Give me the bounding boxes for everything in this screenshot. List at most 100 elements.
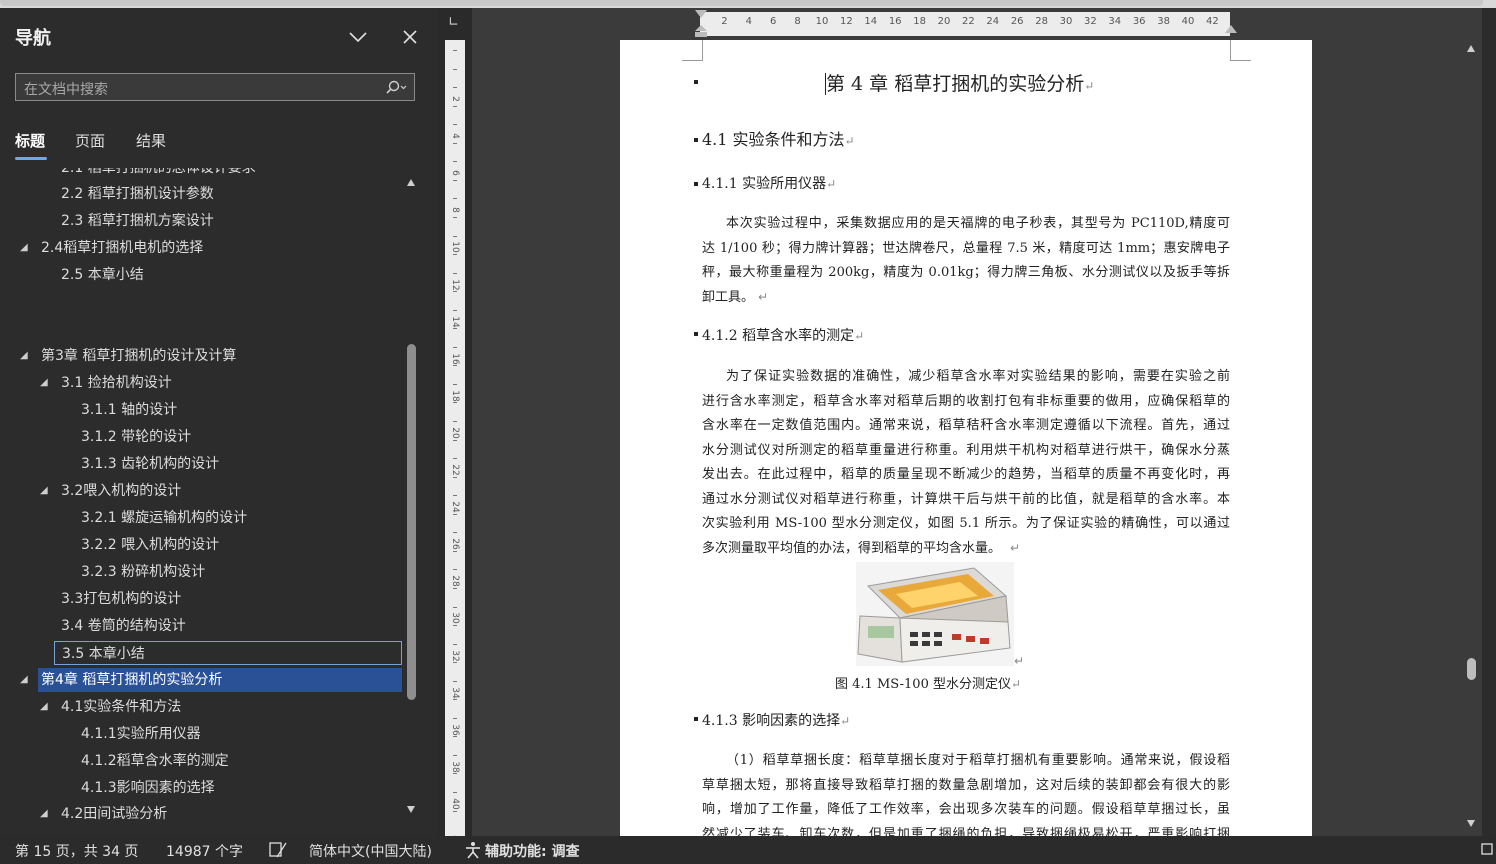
page-count[interactable]: 第 15 页，共 34 页	[15, 841, 138, 861]
figure-caption-text: 图 4.1 MS-100 型水分测定仪	[835, 677, 1011, 692]
nav-heading-item[interactable]: 3.4 卷筒的结构设计	[0, 614, 404, 638]
moisture-meter-image[interactable]	[856, 562, 1014, 666]
section-heading-4-1[interactable]: 4.1 实验条件和方法↵	[702, 126, 855, 150]
word-count[interactable]: 14987 个字	[166, 841, 243, 861]
nav-heading-item[interactable]: 3.1.1 轴的设计	[0, 398, 404, 422]
nav-options-button[interactable]	[347, 26, 369, 48]
ruler-label: 22	[962, 16, 975, 27]
nav-heading-label: 3.3打包机构的设计	[61, 591, 182, 607]
expand-arrow-icon[interactable]: ◢	[20, 236, 32, 260]
expand-arrow-icon[interactable]: ◢	[20, 668, 32, 692]
nav-heading-item[interactable]: 3.2.2 喂入机构的设计	[0, 533, 404, 557]
ruler-tick	[453, 346, 457, 348]
margin-corner-left	[682, 40, 703, 61]
chapter-title[interactable]: 第 4 章 稻草打捆机的实验分析↵	[825, 69, 1094, 96]
ruler-tick	[453, 124, 457, 126]
tab-results[interactable]: 结果	[136, 130, 166, 151]
paragraph-mark: ↵	[840, 714, 851, 728]
body-text-line: 卸工具。	[702, 289, 755, 305]
focus-mode-icon[interactable]	[1480, 841, 1494, 861]
document-page[interactable]: 第 4 章 稻草打捆机的实验分析↵ 4.1 实验条件和方法↵ 4.1.1 实验所…	[620, 40, 1312, 836]
ruler-tick	[453, 550, 457, 552]
nav-heading-label: 4.1.2稻草含水率的测定	[81, 753, 229, 769]
search-input[interactable]: 在文档中搜索	[15, 73, 415, 101]
expand-arrow-icon[interactable]: ◢	[20, 344, 32, 368]
ruler-label: 6	[770, 16, 777, 27]
ruler-tick	[453, 680, 457, 682]
accessibility-icon[interactable]	[463, 841, 483, 863]
nav-heading-item[interactable]: ◢ 4.2田间试验分析	[0, 802, 404, 820]
nav-close-button[interactable]	[399, 26, 421, 48]
ruler-tick	[453, 179, 457, 181]
document-scroll-thumb[interactable]	[1467, 658, 1476, 680]
language-indicator[interactable]: 简体中文(中国大陆)	[309, 841, 432, 861]
first-line-indent-icon[interactable]	[694, 10, 708, 20]
nav-heading-item[interactable]: 4.1.2稻草含水率的测定	[0, 749, 404, 773]
left-indent-icon[interactable]	[694, 24, 708, 38]
nav-heading-item[interactable]: 2.1 稻草打捆机的总体设计要求	[0, 168, 404, 180]
ruler-label: 4	[745, 16, 752, 27]
margin-corner-right	[1230, 40, 1251, 61]
nav-heading-item[interactable]: ◢ 第4章 稻草打捆机的实验分析	[20, 668, 402, 692]
section-heading-4-1-3-text: 4.1.3 影响因素的选择	[702, 713, 841, 729]
nav-heading-item[interactable]: 2.2 稻草打捆机设计参数	[0, 182, 404, 206]
tab-stop-selector-icon[interactable]: ∟	[448, 16, 462, 30]
expand-arrow-icon[interactable]: ◢	[40, 695, 52, 719]
nav-scroll-thumb[interactable]	[407, 344, 416, 700]
nav-heading-item[interactable]: 4.1.3影响因素的选择	[0, 776, 404, 800]
paragraph-mark: ↵	[758, 289, 769, 304]
nav-heading-item[interactable]: ◢ 2.4稻草打捆机电机的选择	[0, 236, 404, 260]
ruler-tick	[453, 754, 457, 756]
ruler-tick	[453, 736, 457, 738]
nav-heading-item[interactable]: 3.2.3 粉碎机构设计	[0, 560, 404, 584]
expand-arrow-icon[interactable]: ◢	[40, 479, 52, 503]
nav-heading-item[interactable]: 3.1.2 带轮的设计	[0, 425, 404, 449]
proofing-icon[interactable]	[268, 841, 288, 863]
nav-heading-item[interactable]: 2.5 本章小结	[0, 263, 404, 287]
nav-heading-item[interactable]: ◢ 第3章 稻草打捆机的设计及计算	[0, 344, 404, 368]
nav-heading-item[interactable]: 3.5 本章小结	[54, 641, 402, 665]
body-text-line: 达 1/100 秒；得力牌计算器；世达牌卷尺，总量程 7.5 米，精度可达 1m…	[702, 240, 1230, 256]
ruler-label: 16	[888, 16, 902, 27]
nav-heading-item[interactable]: ◢ 4.1实验条件和方法	[0, 695, 404, 719]
document-scrollbar[interactable]	[1462, 40, 1480, 836]
nav-heading-label: 3.5 本章小结	[62, 646, 145, 662]
ruler-tick	[453, 254, 457, 256]
expand-arrow-icon[interactable]: ◢	[40, 802, 52, 820]
ruler-tick	[453, 142, 457, 144]
nav-heading-label: 4.1.3影响因素的选择	[81, 780, 215, 796]
tab-headings[interactable]: 标题	[15, 130, 47, 160]
expand-arrow-icon[interactable]: ◢	[40, 371, 52, 395]
heading-bullet	[694, 182, 698, 186]
nav-scrollbar[interactable]	[404, 178, 418, 818]
heading-bullet	[694, 332, 698, 336]
nav-heading-label: 3.2.1 螺旋运输机构的设计	[81, 510, 248, 526]
section-heading-4-1-3[interactable]: 4.1.3 影响因素的选择↵	[702, 710, 850, 730]
nav-heading-item[interactable]: 3.2.1 螺旋运输机构的设计	[0, 506, 404, 530]
tab-active-indicator	[15, 157, 47, 160]
ruler-label: 30	[1059, 16, 1073, 27]
nav-heading-item[interactable]: 3.3打包机构的设计	[0, 587, 404, 611]
heading-bullet	[694, 717, 698, 721]
nav-heading-item[interactable]: 2.3 稻草打捆机方案设计	[0, 209, 404, 233]
right-indent-icon[interactable]	[1224, 24, 1238, 36]
section-heading-4-1-1[interactable]: 4.1.1 实验所用仪器↵	[702, 173, 836, 193]
figure-caption[interactable]: 图 4.1 MS-100 型水分测定仪↵	[835, 673, 1021, 692]
ruler-tick	[453, 50, 457, 51]
nav-heading-label: 2.4稻草打捆机电机的选择	[41, 240, 204, 256]
nav-heading-item[interactable]: ◢ 3.1 捡拾机构设计	[0, 371, 404, 395]
window-top-bar	[0, 0, 1483, 6]
ruler-tick	[453, 532, 457, 534]
ruler-tick	[453, 495, 457, 497]
accessibility-status[interactable]: 辅助功能: 调查	[485, 841, 579, 861]
section-heading-4-1-2[interactable]: 4.1.2 稻草含水率的测定↵	[702, 325, 864, 345]
nav-heading-item[interactable]: 3.1.3 齿轮机构的设计	[0, 452, 404, 476]
ruler-label: 18	[913, 16, 926, 27]
tab-pages[interactable]: 页面	[75, 130, 105, 151]
ruler-label: 12	[840, 16, 853, 27]
nav-heading-item[interactable]: 4.1.1实验所用仪器	[0, 722, 404, 746]
nav-heading-item[interactable]: ◢ 3.2喂入机构的设计	[0, 479, 404, 503]
ruler-tick	[453, 606, 457, 608]
body-text-line: 次实验利用 MS-100 型水分测定仪，如图 5.1 所示。为了保证实验的精确性…	[702, 516, 1230, 531]
search-options-button[interactable]	[384, 79, 408, 97]
